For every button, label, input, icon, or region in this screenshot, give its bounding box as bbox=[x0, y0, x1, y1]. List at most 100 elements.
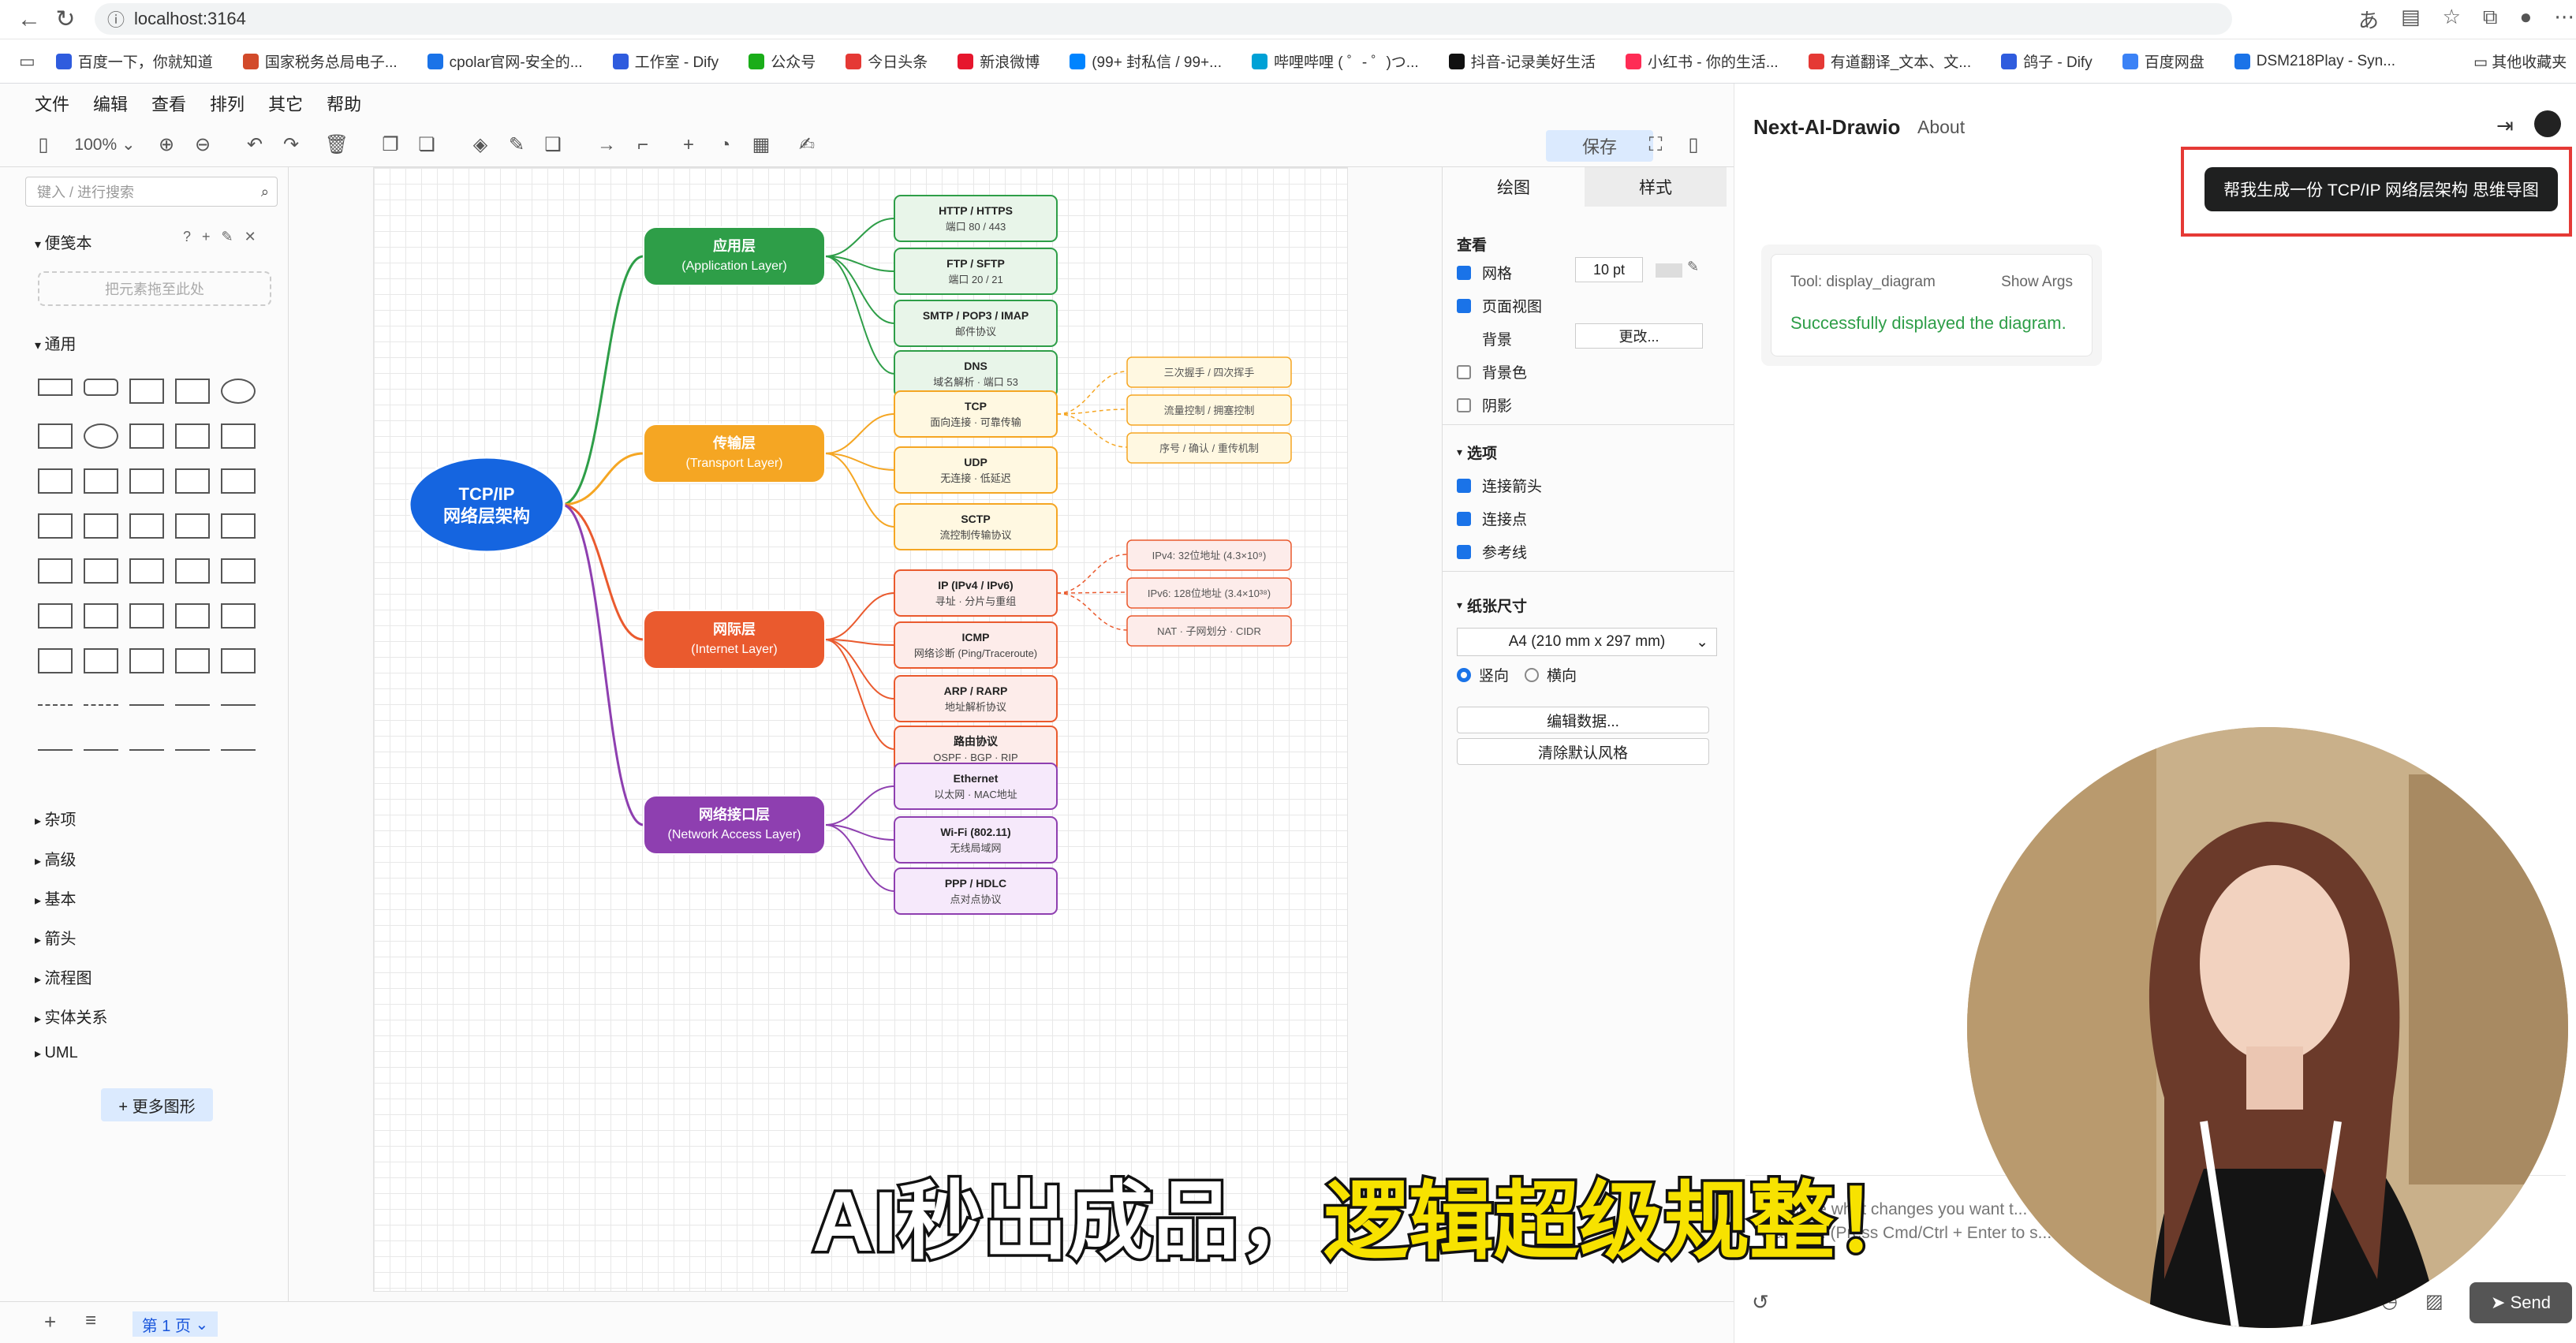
shape-cylinder[interactable] bbox=[129, 468, 164, 494]
fill-color-icon[interactable]: ◈ bbox=[462, 133, 498, 156]
menu-edit[interactable]: 编辑 bbox=[93, 91, 128, 116]
conn-points-checkbox[interactable] bbox=[1457, 511, 1471, 526]
bg-color-option[interactable]: 背景色 bbox=[1457, 361, 1527, 382]
tab-search-icon[interactable]: ▭ bbox=[19, 51, 35, 72]
shape-search-input[interactable]: 键入 / 进行搜索 ⌕ bbox=[25, 177, 278, 207]
bookmark-item[interactable]: 工作室 - Dify bbox=[612, 50, 719, 72]
guides-checkbox[interactable] bbox=[1457, 544, 1471, 559]
grid-option[interactable]: 网格 bbox=[1457, 262, 1512, 283]
guides-option[interactable]: 参考线 bbox=[1457, 541, 1527, 562]
shape-line[interactable] bbox=[129, 704, 164, 706]
other-bookmarks[interactable]: ▭ 其他收藏夹 bbox=[2473, 50, 2567, 72]
protocol-node[interactable] bbox=[894, 195, 1058, 242]
shape-rounded-rectangle[interactable] bbox=[84, 379, 118, 396]
extensions-icon[interactable]: ⧉ bbox=[2483, 5, 2498, 34]
shape-bidirectional-arrow[interactable] bbox=[175, 648, 210, 673]
section-header[interactable]: 基本 bbox=[35, 886, 76, 909]
protocol-node[interactable] bbox=[894, 446, 1058, 494]
shape-actor[interactable] bbox=[175, 558, 210, 584]
mindmap-diagram[interactable]: 应用层 (Application Layer) HTTP / HTTPS 端口 80 … bbox=[374, 168, 1349, 1293]
shape-connector-1[interactable] bbox=[84, 749, 118, 751]
section-header[interactable]: 流程图 bbox=[35, 965, 91, 988]
github-icon[interactable] bbox=[2534, 110, 2561, 137]
shadow-icon[interactable]: ❑ bbox=[535, 133, 571, 156]
layer-node[interactable] bbox=[643, 423, 826, 483]
shape-cross[interactable] bbox=[129, 603, 164, 629]
section-header[interactable]: 实体关系 bbox=[35, 1005, 107, 1028]
page-tab[interactable]: 第 1 页 ⌄ bbox=[133, 1311, 218, 1337]
protocol-node[interactable] bbox=[894, 867, 1058, 915]
landscape-radio[interactable] bbox=[1525, 667, 1539, 682]
protocol-node[interactable] bbox=[894, 763, 1058, 810]
bookmark-item[interactable]: cpolar官网-安全的... bbox=[427, 50, 583, 72]
layer-connector[interactable] bbox=[824, 218, 895, 257]
shape-ellipse[interactable] bbox=[221, 379, 256, 404]
bookmark-item[interactable]: 新浪微博 bbox=[958, 50, 1040, 72]
layer-connector[interactable] bbox=[824, 639, 895, 699]
root-connector[interactable] bbox=[561, 255, 644, 506]
sidebar-toggle-icon[interactable]: ▯ bbox=[25, 133, 62, 156]
shape-data-storage[interactable] bbox=[84, 603, 118, 629]
bookmark-item[interactable]: 哔哩哔哩 ( ゜- ゜)つ... bbox=[1251, 50, 1419, 72]
bookmark-item[interactable]: 百度网盘 bbox=[2122, 50, 2205, 72]
layer-connector[interactable] bbox=[824, 785, 895, 826]
fullscreen-icon[interactable]: ⛶ bbox=[1637, 134, 1674, 156]
shape-bidirectional-connector[interactable] bbox=[175, 704, 210, 706]
clear-style-button[interactable]: 清除默认风格 bbox=[1457, 738, 1709, 765]
note-connector[interactable] bbox=[1056, 371, 1128, 415]
about-link[interactable]: About bbox=[1917, 117, 1965, 138]
section-header[interactable]: 箭头 bbox=[35, 926, 76, 949]
menu-extras[interactable]: 其它 bbox=[268, 91, 303, 116]
shape-card[interactable] bbox=[84, 558, 118, 584]
shape-callout[interactable] bbox=[129, 558, 164, 584]
delete-icon[interactable]: 🗑 bbox=[319, 133, 355, 156]
edit-data-button[interactable]: 编辑数据... bbox=[1457, 707, 1709, 733]
protocol-node[interactable] bbox=[894, 390, 1058, 438]
layer-node[interactable] bbox=[643, 610, 826, 670]
shape-step[interactable] bbox=[129, 513, 164, 539]
shape-hexagon[interactable] bbox=[38, 468, 73, 494]
shape-connector-2[interactable] bbox=[129, 749, 164, 751]
protocol-node[interactable] bbox=[894, 675, 1058, 722]
bg-color-checkbox[interactable] bbox=[1457, 364, 1471, 379]
shape-square[interactable] bbox=[38, 423, 73, 449]
table-icon[interactable]: ▦ bbox=[743, 133, 779, 156]
zoom-in-icon[interactable]: ⊕ bbox=[148, 133, 185, 156]
section-header[interactable]: 高级 bbox=[35, 847, 76, 870]
layer-connector[interactable] bbox=[824, 256, 895, 375]
shape-list[interactable] bbox=[84, 648, 118, 673]
star-icon[interactable]: ☆ bbox=[2443, 5, 2461, 34]
note-connector[interactable] bbox=[1056, 554, 1128, 594]
note-connector[interactable] bbox=[1056, 413, 1128, 448]
shape-dashed-line[interactable] bbox=[38, 704, 73, 706]
to-front-icon[interactable]: ❐ bbox=[372, 133, 409, 156]
root-connector[interactable] bbox=[561, 503, 644, 641]
section-header[interactable]: UML bbox=[35, 1044, 77, 1062]
conn-arrows-checkbox[interactable] bbox=[1457, 478, 1471, 493]
format-panel-icon[interactable]: ▯ bbox=[1675, 133, 1712, 156]
layer-connector[interactable] bbox=[824, 453, 895, 528]
shape-note[interactable] bbox=[38, 558, 73, 584]
line-color-icon[interactable]: ✎ bbox=[498, 133, 535, 156]
zoom-select[interactable]: 100% ⌄ bbox=[62, 135, 148, 155]
eyedropper-icon[interactable]: ✎ bbox=[1687, 259, 1699, 275]
menu-help[interactable]: 帮助 bbox=[327, 91, 361, 116]
protocol-node[interactable] bbox=[894, 300, 1058, 347]
scratchpad-dropzone[interactable]: 把元素拖至此处 bbox=[38, 271, 271, 306]
scratchpad-header[interactable]: 便笺本 bbox=[35, 230, 91, 253]
shape-or[interactable] bbox=[221, 558, 256, 584]
bookmark-item[interactable]: 有道翻译_文本、文... bbox=[1808, 50, 1971, 72]
bookmark-item[interactable]: DSM218Play - Syn... bbox=[2234, 53, 2395, 70]
tab-draw[interactable]: 绘图 bbox=[1443, 167, 1585, 207]
waypoints-icon[interactable]: ⌐ bbox=[625, 134, 661, 156]
send-button[interactable]: ➤ Send bbox=[2470, 1282, 2572, 1323]
reload-icon[interactable]: ↻ bbox=[47, 2, 84, 38]
bookmark-item[interactable]: (99+ 封私信 / 99+... bbox=[1070, 50, 1222, 72]
bookmark-item[interactable]: 国家税务总局电子... bbox=[242, 50, 398, 72]
shape-connector-4[interactable] bbox=[221, 749, 256, 751]
image-icon[interactable]: ▨ bbox=[2425, 1290, 2443, 1313]
shapes-icon[interactable]: ◔ bbox=[707, 134, 743, 156]
protocol-node[interactable] bbox=[894, 816, 1058, 864]
to-back-icon[interactable]: ❏ bbox=[409, 133, 445, 156]
general-header[interactable]: 通用 bbox=[35, 331, 76, 354]
